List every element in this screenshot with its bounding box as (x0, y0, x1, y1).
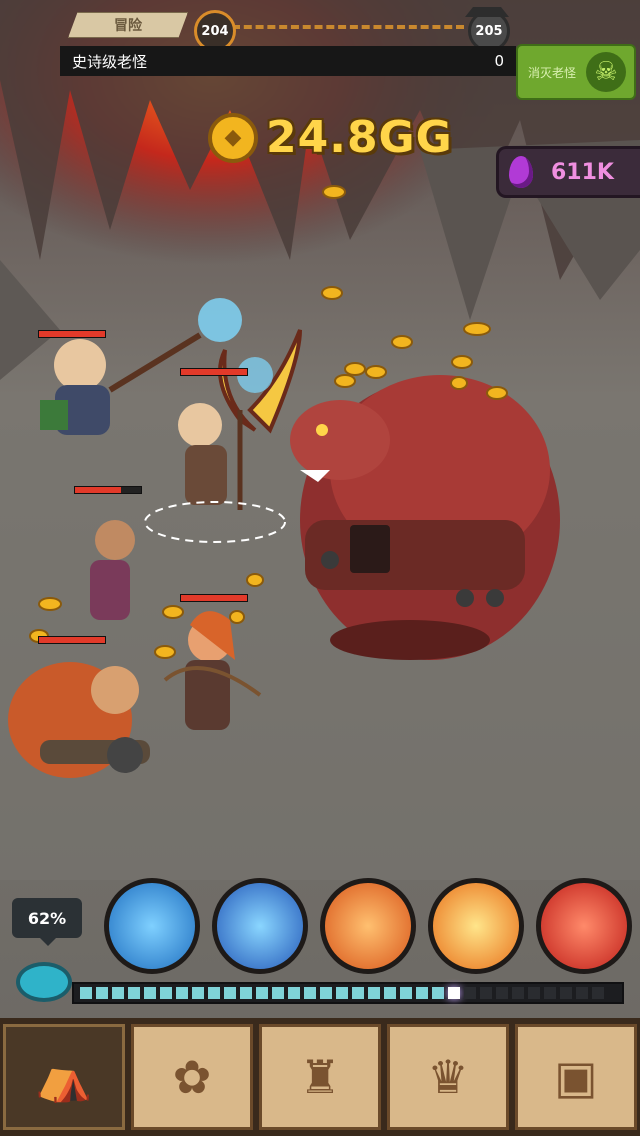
energy-segment (496, 987, 508, 999)
gem-amount: 611K (551, 159, 614, 185)
archer-hp-bar (180, 368, 248, 376)
tent-icon: ⛺ (35, 1049, 93, 1104)
rogue-hp-bar (74, 486, 142, 494)
energy-segment (400, 987, 412, 999)
energy-segment (544, 987, 556, 999)
boss-title: 史诗级老怪 (72, 52, 148, 71)
skill-rage-strike[interactable] (536, 878, 632, 974)
energy-segment (480, 987, 492, 999)
skill-charge-percent: 62% (12, 898, 82, 946)
skill-arrow-volley[interactable] (320, 878, 416, 974)
energy-segment (464, 987, 476, 999)
energy-segment (288, 987, 300, 999)
energy-segment (192, 987, 204, 999)
energy-segment (128, 987, 140, 999)
boss-level-number: 205 (475, 23, 503, 39)
gold-amount: 24.8GG (266, 112, 453, 163)
energy-segment (416, 987, 428, 999)
brute-hp-bar (38, 636, 106, 644)
relic-stone-icon: ✿ (172, 1050, 212, 1104)
helmet-icon: ♜ (299, 1050, 341, 1104)
energy-segment (80, 987, 92, 999)
nav-camp[interactable]: ⛺ (3, 1024, 125, 1130)
energy-segment (368, 987, 380, 999)
cauldron-icon: ♛ (427, 1050, 469, 1104)
nav-cauldron[interactable]: ♛ (387, 1024, 509, 1130)
treasure-chest-icon: ▣ (554, 1050, 598, 1104)
energy-segment (240, 987, 252, 999)
energy-segment (144, 987, 156, 999)
energy-segment (256, 987, 268, 999)
energy-segment (96, 987, 108, 999)
energy-segment (336, 987, 348, 999)
hero-rogue (90, 520, 135, 620)
gem-counter[interactable]: 611K (496, 146, 640, 198)
bottom-nav: ⛺ ✿ ♜ ♛ ▣ (0, 1018, 640, 1136)
energy-segment (512, 987, 524, 999)
stage-progress-line (232, 25, 464, 29)
nav-relics[interactable]: ✿ (131, 1024, 253, 1130)
energy-segment (304, 987, 316, 999)
energy-segment (176, 987, 188, 999)
nav-heroes[interactable]: ♜ (259, 1024, 381, 1130)
kill-boss-label: 消灭老怪 (528, 65, 577, 80)
energy-segment (528, 987, 540, 999)
energy-segment (352, 987, 364, 999)
energy-segment (112, 987, 124, 999)
energy-segment (432, 987, 444, 999)
skull-icon: ☠ (586, 52, 626, 92)
gold-coin-icon: ◆ (208, 112, 258, 163)
skill-shield-bash[interactable] (212, 878, 308, 974)
skill-fire-burst[interactable] (428, 878, 524, 974)
energy-segment (448, 987, 460, 999)
energy-segment (576, 987, 588, 999)
energy-segment (160, 987, 172, 999)
skill-blade-storm[interactable] (104, 878, 200, 974)
boss-kill-count: 0 (494, 52, 504, 70)
purple-gem-icon (509, 156, 533, 188)
energy-ring-icon (16, 962, 72, 1002)
kill-boss-button[interactable]: 消灭老怪 ☠ (516, 44, 636, 100)
energy-segment (560, 987, 572, 999)
energy-bar (72, 982, 624, 1004)
energy-segment (224, 987, 236, 999)
boss-title-bar: 史诗级老怪 0 (60, 46, 516, 76)
hero-brute (8, 662, 150, 778)
energy-segment (272, 987, 284, 999)
energy-segment (320, 987, 332, 999)
energy-segment (592, 987, 604, 999)
energy-segment (208, 987, 220, 999)
wizard-hp-bar (38, 330, 106, 338)
gold-counter: ◆ 24.8GG (208, 112, 453, 163)
stage-mode-label: 冒险 (68, 12, 188, 38)
nav-vault[interactable]: ▣ (515, 1024, 637, 1130)
ranger-hp-bar (180, 594, 248, 602)
energy-segment (384, 987, 396, 999)
